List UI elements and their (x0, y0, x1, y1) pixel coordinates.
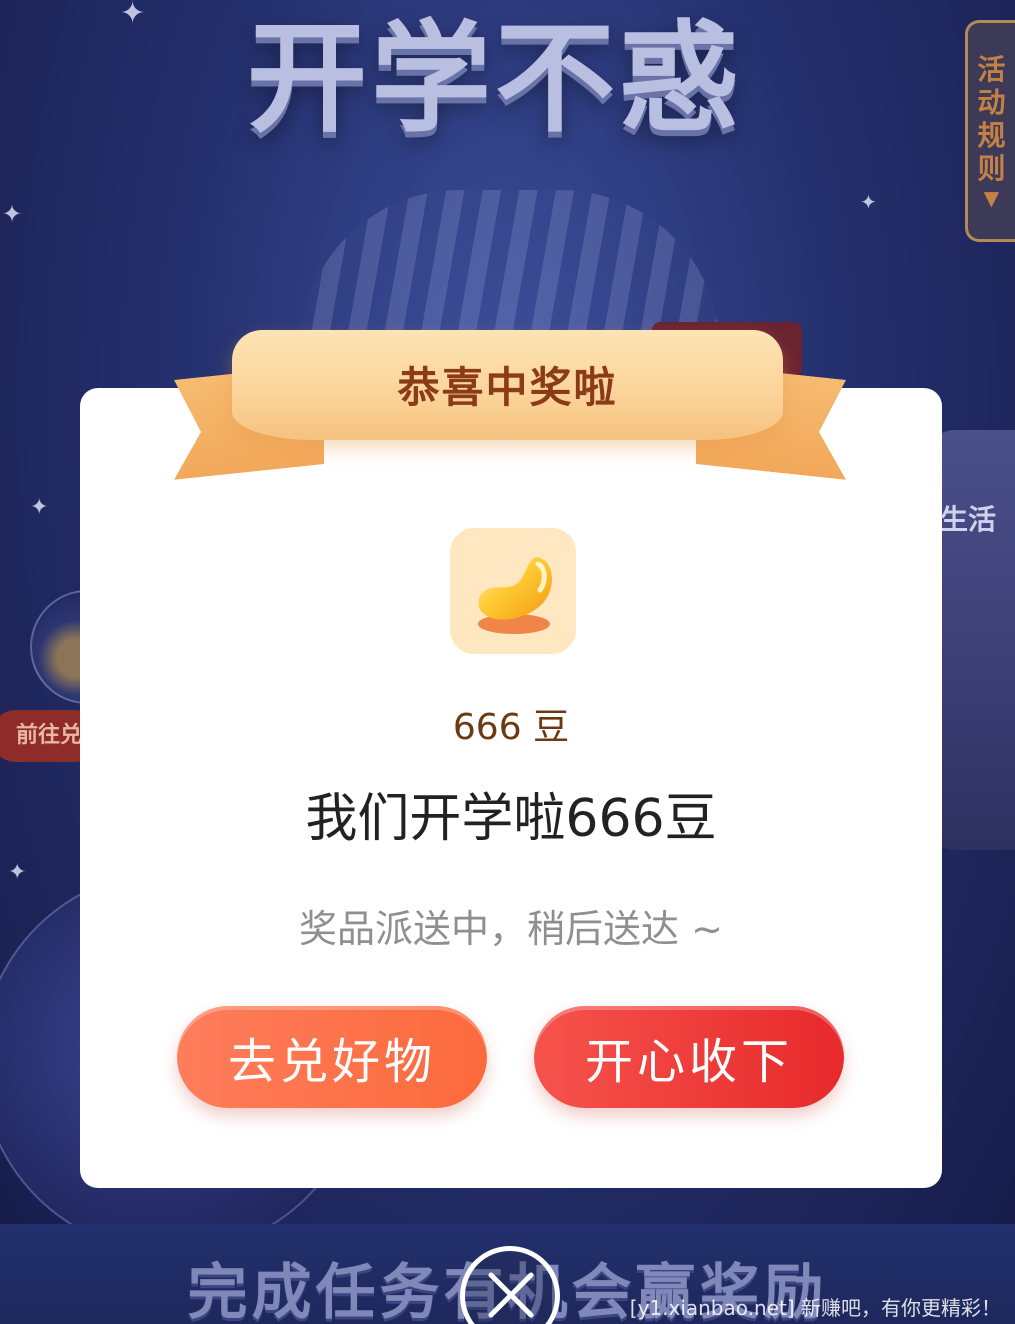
sparkle-icon: ✦ (860, 190, 877, 214)
event-title-text: 开学不惑 (247, 10, 743, 149)
delivery-status-text: 奖品派送中，稍后送达 ~ (299, 907, 723, 951)
life-card-title: 生活 (940, 503, 997, 536)
watermark: [y1.xianbao.net] 新赚吧，有你更精彩！ (629, 1296, 1001, 1320)
sparkle-icon: ✦ (30, 495, 49, 520)
sparkle-icon: ✦ (8, 860, 27, 885)
event-title-top-line (215, 0, 775, 10)
prize-icon-tile (450, 528, 576, 654)
golden-bean-icon (478, 557, 552, 634)
event-title: 开学不惑 (215, 0, 775, 220)
activity-rules-tab[interactable]: 活 动 规 则 ▼ (965, 20, 1015, 242)
close-icon (488, 1272, 534, 1318)
rules-char: 动 (977, 86, 1006, 119)
rules-char: 活 (977, 53, 1006, 86)
sparkle-icon: ✦ (2, 200, 23, 228)
dialog-title: 恭喜中奖啦 (397, 363, 618, 412)
prize-name: 我们开学啦666豆 (305, 789, 717, 849)
activity-page: 开学不惑 ✦ ✦ ✦ ✦ ✦ 活 动 规 则 ▼ 前往兑 生活 完成任务有机会赢… (0, 0, 1015, 1324)
rules-char: 则 (977, 152, 1006, 185)
triangle-down-icon: ▼ (983, 186, 1000, 210)
rules-char: 规 (977, 119, 1006, 152)
sparkle-icon: ✦ (120, 0, 146, 31)
accept-prize-button[interactable]: 开心收下 (534, 1006, 844, 1108)
redeem-goods-button[interactable]: 去兑好物 (177, 1006, 487, 1108)
prize-amount: 666 豆 (452, 707, 570, 748)
